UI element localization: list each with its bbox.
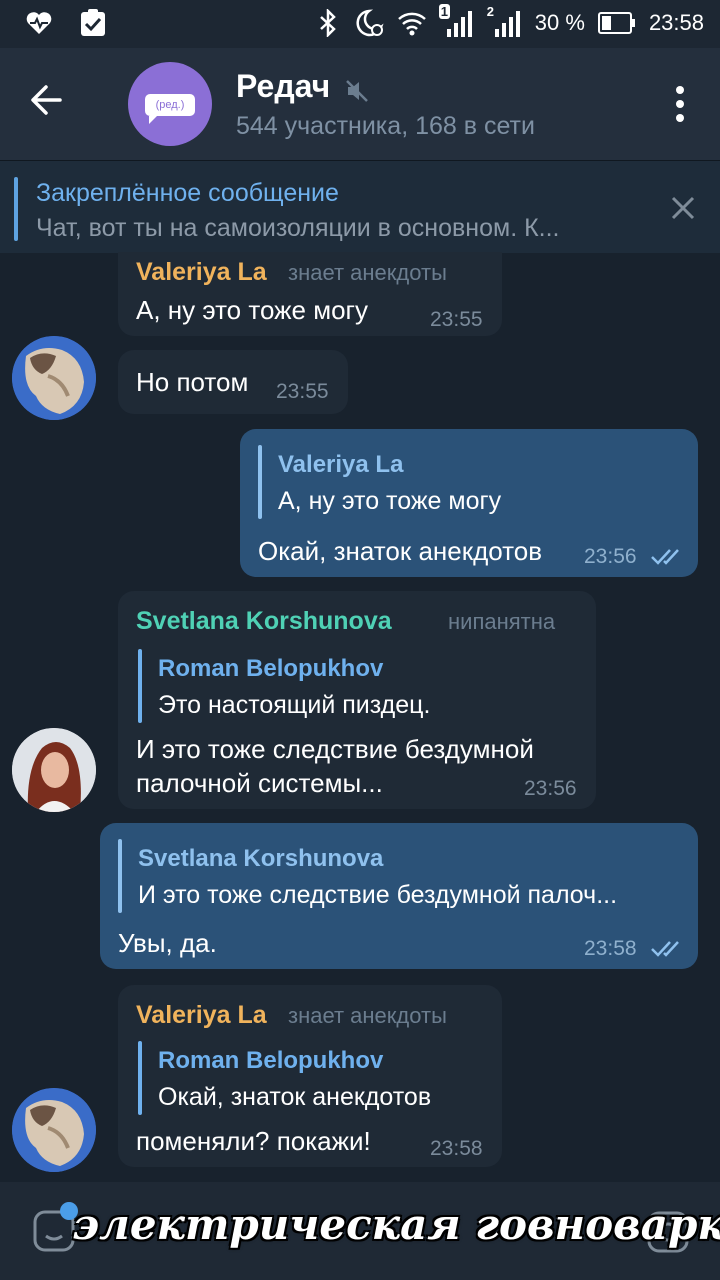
watermark-text: электрическая говноварка bbox=[72, 1200, 720, 1249]
reply-text: Окай, знаток анекдотов bbox=[158, 1083, 432, 1111]
reply-quote[interactable]: Roman Belopukhov Окай, знаток анекдотов bbox=[138, 1041, 488, 1115]
message-bubble-outgoing[interactable]: Svetlana Korshunova И это тоже следствие… bbox=[100, 823, 698, 969]
message-text-line2: палочной системы... bbox=[136, 768, 383, 798]
message-time: 23:58 bbox=[584, 937, 637, 960]
message-text-line1: И это тоже следствие бездумной bbox=[136, 734, 534, 764]
reply-quote[interactable]: Roman Belopukhov Это настоящий пиздец. bbox=[138, 649, 578, 723]
sim1-label: 1 bbox=[438, 4, 451, 19]
pinned-text: Чат, вот ты на самоизоляции в основном. … bbox=[36, 214, 560, 242]
sender-rank: знает анекдоты bbox=[288, 260, 447, 285]
pinned-title: Закреплённое сообщение bbox=[36, 179, 339, 207]
chat-avatar-label: (ред.) bbox=[145, 94, 195, 124]
reply-accent-bar bbox=[138, 649, 142, 723]
chat-subtitle: 544 участника, 168 в сети bbox=[236, 112, 535, 140]
sender-rank: нипанятна bbox=[448, 609, 556, 634]
reply-text: Это настоящий пиздец. bbox=[158, 691, 431, 719]
pinned-accent-bar bbox=[14, 177, 18, 241]
chat-avatar[interactable]: (ред.) bbox=[128, 62, 212, 146]
message-time: 23:58 bbox=[430, 1137, 483, 1160]
reply-sender: Svetlana Korshunova bbox=[138, 845, 384, 872]
message-time: 23:55 bbox=[276, 380, 329, 403]
reply-accent-bar bbox=[258, 445, 262, 519]
reply-sender: Roman Belopukhov bbox=[158, 1047, 384, 1074]
battery-percent: 30 % bbox=[534, 10, 585, 35]
back-arrow-icon[interactable] bbox=[26, 80, 82, 128]
reply-accent-bar bbox=[118, 839, 122, 913]
health-icon bbox=[24, 8, 54, 38]
message-bubble[interactable]: Но потом 23:55 bbox=[118, 350, 348, 414]
message-bubble[interactable]: Valeriya La знает анекдоты Roman Belopuk… bbox=[118, 985, 502, 1167]
read-checkmarks-icon bbox=[650, 939, 686, 959]
signal-sim1-icon: 1 bbox=[438, 4, 475, 38]
message-text: поменяли? покажи! bbox=[136, 1126, 371, 1156]
message-bubble[interactable]: Valeriya La знает анекдоты А, ну это тож… bbox=[118, 252, 502, 336]
sender-name[interactable]: Valeriya La bbox=[136, 1001, 267, 1030]
message-list[interactable]: Valeriya La знает анекдоты А, ну это тож… bbox=[0, 252, 720, 1182]
message-text: Увы, да. bbox=[118, 928, 217, 958]
message-bubble[interactable]: Svetlana Korshunova нипанятна Roman Belo… bbox=[118, 591, 596, 809]
signal-sim2-icon: 2 bbox=[487, 4, 523, 38]
avatar[interactable] bbox=[12, 1088, 96, 1172]
message-bubble-outgoing[interactable]: Valeriya La А, ну это тоже могу Окай, зн… bbox=[240, 429, 698, 577]
chat-title[interactable]: Редач bbox=[236, 68, 330, 105]
clipboard-check-icon bbox=[78, 8, 108, 38]
reply-text: И это тоже следствие бездумной палоч... bbox=[138, 881, 618, 909]
clock: 23:58 bbox=[648, 10, 704, 35]
message-text: Окай, знаток анекдотов bbox=[258, 536, 543, 566]
chat-header: (ред.) Редач 544 участника, 168 в сети bbox=[0, 48, 720, 160]
muted-speaker-icon bbox=[344, 78, 372, 106]
sender-name[interactable]: Valeriya La bbox=[136, 258, 267, 287]
avatar[interactable] bbox=[12, 336, 96, 420]
reply-quote[interactable]: Valeriya La А, ну это тоже могу bbox=[258, 445, 678, 519]
message-text: А, ну это тоже могу bbox=[136, 295, 369, 325]
more-menu-icon[interactable] bbox=[672, 86, 688, 126]
wifi-icon bbox=[397, 8, 427, 38]
reply-text: А, ну это тоже могу bbox=[278, 487, 502, 515]
do-not-disturb-moon-icon bbox=[355, 8, 385, 38]
message-text: Но потом bbox=[136, 367, 249, 397]
reply-accent-bar bbox=[138, 1041, 142, 1115]
message-time: 23:56 bbox=[584, 545, 637, 568]
close-icon[interactable] bbox=[670, 195, 696, 221]
reply-sender: Roman Belopukhov bbox=[158, 655, 384, 682]
battery-icon bbox=[597, 8, 637, 38]
reply-quote[interactable]: Svetlana Korshunova И это тоже следствие… bbox=[118, 839, 678, 913]
sender-rank: знает анекдоты bbox=[288, 1003, 447, 1028]
read-checkmarks-icon bbox=[650, 547, 686, 567]
sender-name[interactable]: Svetlana Korshunova bbox=[136, 607, 392, 636]
bluetooth-icon bbox=[313, 8, 343, 38]
message-time: 23:55 bbox=[430, 308, 483, 331]
avatar[interactable] bbox=[12, 728, 96, 812]
message-time: 23:56 bbox=[524, 777, 577, 800]
pinned-message-bar[interactable]: Закреплённое сообщение Чат, вот ты на са… bbox=[0, 160, 720, 253]
sim2-label: 2 bbox=[486, 4, 495, 19]
status-bar: 1 2 30 % 23:58 bbox=[0, 0, 720, 48]
reply-sender: Valeriya La bbox=[278, 451, 404, 478]
